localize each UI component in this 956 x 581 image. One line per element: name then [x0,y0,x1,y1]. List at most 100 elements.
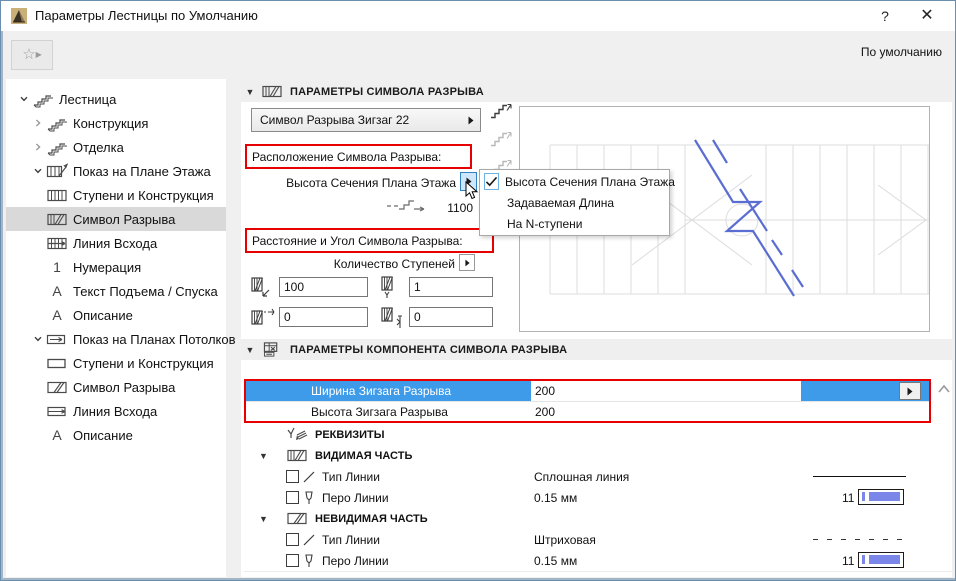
section-title: ПАРАМЕТРЫ КОМПОНЕНТА СИМВОЛА РАЗРЫВА [290,343,568,356]
sidebar-item-ceiling-walking-line[interactable]: Линия Всхода [6,399,226,423]
chevron-down-icon[interactable] [30,334,46,344]
sidebar-item-ceiling-display[interactable]: Показ на Планах Потолков [6,327,236,351]
sidebar-item-stair[interactable]: Лестница [6,87,226,111]
visible-linetype-row[interactable]: Тип Линии Сплошная линия [244,466,952,488]
param-name: Высота Зигзага Разрыва [311,405,448,419]
sidebar-item-treads-structure[interactable]: Ступени и Конструкция [6,183,226,207]
attributes-icon [286,426,308,443]
sidebar-item-updown-text[interactable]: A Текст Подъема / Спуска [6,279,226,303]
tree-label: Символ Разрыва [73,211,176,227]
attributes-header-row: РЕКВИЗИТЫ [244,424,952,445]
menu-item-cut-plane-height[interactable]: Высота Сечения Плана Этажа [480,171,675,192]
param-popup-button[interactable] [899,382,921,400]
row-value[interactable]: 0.15 мм [534,554,577,568]
invisible-break-icon [286,510,308,527]
break-angle-input[interactable] [279,307,368,327]
letter-a-icon: A [52,427,62,443]
override-checkbox[interactable] [286,554,299,567]
close-button[interactable]: ✕ [907,1,947,31]
break-distance-input[interactable] [279,277,368,297]
collapse-triangle-icon[interactable]: ▼ [241,345,259,355]
pen-color-swatch[interactable] [858,489,904,505]
floor-plan-icon [46,163,68,180]
row-value[interactable]: Сплошная линия [534,470,629,484]
invisible-pen-row[interactable]: Перо Линии 0.15 мм 11 [244,550,952,572]
pen-number: 11 [842,553,855,568]
toolbar: ☆▶ По умолчанию [3,31,954,76]
sidebar-item-ceiling-treads-structure[interactable]: Ступени и Конструкция [6,351,226,375]
steps-count-popup-button[interactable] [459,254,475,271]
collapse-triangle-icon[interactable]: ▼ [253,514,275,524]
tree-label: Символ Разрыва [73,379,176,395]
chevron-right-icon[interactable] [30,118,46,128]
menu-item-given-length[interactable]: Задаваемая Длина [480,192,669,213]
ceiling-treads-icon [46,355,68,372]
section-component-parameters[interactable]: ▼ ПАРАМЕТРЫ КОМПОНЕНТА СИМВОЛА РАЗРЫВА [241,339,952,360]
scroll-up-icon[interactable] [937,383,951,395]
menu-item-label: Высота Сечения Плана Этажа [505,174,675,189]
mode-given-length-icon[interactable] [488,129,514,150]
group-title: НЕВИДИМАЯ ЧАСТЬ [315,512,428,525]
letter-a-icon: A [52,283,62,299]
chevron-down-icon[interactable] [30,166,46,176]
menu-item-label: Задаваемая Длина [507,195,615,210]
tree-label: Ступени и Конструкция [73,187,214,203]
row-label: Тип Линии [322,532,380,547]
archicad-logo-icon [11,8,27,24]
dropdown-value: Символ Разрыва Зигзаг 22 [260,113,410,127]
break-angle2-input[interactable] [409,307,493,327]
break-symbol-icon [261,83,283,100]
table-row-zigzag-width[interactable]: Ширина Зигзага Разрыва 200 [246,381,929,401]
break-symbol-type-dropdown[interactable]: Символ Разрыва Зигзаг 22 [251,108,481,132]
sidebar-item-floor-plan-display[interactable]: Показ на Плане Этажа [6,159,226,183]
component-settings-icon [261,341,283,358]
visible-part-header[interactable]: ▼ ВИДИМАЯ ЧАСТЬ [244,445,952,466]
pen-color-swatch[interactable] [858,552,904,568]
sidebar-item-ceiling-description[interactable]: A Описание [6,423,226,447]
distance-angle-label: Расстояние и Угол Символа Разрыва: [252,233,463,248]
visible-pen-row[interactable]: Перо Линии 0.15 мм 11 [244,487,952,509]
invisible-part-header[interactable]: ▼ НЕВИДИМАЯ ЧАСТЬ [244,508,952,529]
param-value[interactable]: 200 [531,381,801,401]
override-checkbox[interactable] [286,470,299,483]
treads-icon [46,187,68,204]
tree-label: Описание [73,307,133,323]
ceiling-plan-icon [46,331,68,348]
collapse-triangle-icon[interactable]: ▼ [241,87,259,97]
invisible-linetype-row[interactable]: Тип Линии Штриховая [244,529,952,551]
sidebar-item-numbering[interactable]: 1 Нумерация [6,255,226,279]
section-break-symbol-parameters[interactable]: ▼ ПАРАМЕТРЫ СИМВОЛА РАЗРЫВА [241,81,952,102]
row-value[interactable]: Штриховая [534,533,596,547]
mode-floor-plan-cut-icon[interactable] [488,101,514,122]
row-label: Перо Линии [322,490,389,505]
collapse-triangle-icon[interactable]: ▼ [253,451,275,461]
sidebar-item-walking-line[interactable]: Линия Всхода [6,231,226,255]
popup-arrow-icon [465,259,470,267]
tree-label: Лестница [59,91,117,107]
param-value[interactable]: 200 [531,402,801,422]
break-y-offset-input[interactable] [409,277,493,297]
sidebar-item-description[interactable]: A Описание [6,303,226,327]
menu-item-nth-riser[interactable]: На N-ступени [480,213,669,234]
chevron-down-icon[interactable] [16,94,32,104]
section-title: ПАРАМЕТРЫ СИМВОЛА РАЗРЫВА [290,85,484,98]
favorites-button[interactable]: ☆▶ [11,40,53,70]
letter-a-icon: A [52,307,62,323]
stairs-construction-icon [46,115,68,132]
help-button[interactable]: ? [865,1,905,31]
sidebar-item-construction[interactable]: Конструкция [6,111,226,135]
override-checkbox[interactable] [286,533,299,546]
popup-arrow-icon [468,116,474,125]
tree-label: Отделка [73,139,124,155]
line-preview-dashed [813,538,906,541]
override-checkbox[interactable] [286,491,299,504]
sidebar-item-finish[interactable]: Отделка [6,135,226,159]
table-row-zigzag-height[interactable]: Высота Зигзага Разрыва 200 [246,401,929,422]
sidebar-item-ceiling-break-symbol[interactable]: Символ Разрыва [6,375,226,399]
tree-label: Нумерация [73,259,142,275]
break-angle2-icon [381,307,402,328]
ceiling-walking-line-icon [46,403,68,420]
sidebar-item-break-symbol[interactable]: Символ Разрыва [6,207,226,231]
row-value[interactable]: 0.15 мм [534,491,577,505]
chevron-right-icon[interactable] [30,142,46,152]
